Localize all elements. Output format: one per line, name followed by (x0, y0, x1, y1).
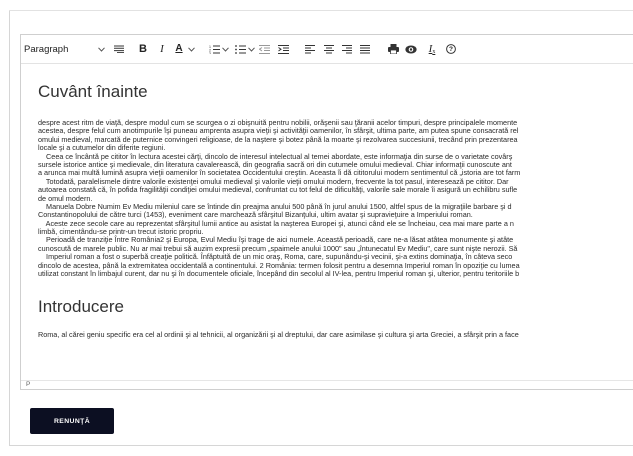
bold-glyph: B (139, 43, 147, 55)
format-select-label: Paragraph (24, 43, 69, 55)
align-center-icon[interactable] (322, 38, 336, 60)
editor-content[interactable]: Cuvânt înainte despre acest ritm de viaţ… (21, 64, 633, 382)
lines-icon[interactable] (112, 38, 126, 60)
numbered-list-chevron-icon[interactable] (221, 38, 229, 60)
outdent-icon[interactable] (257, 38, 271, 60)
text-color-icon[interactable]: A (172, 38, 186, 60)
editor-statusbar: P (21, 380, 633, 389)
help-glyph: ? (449, 45, 453, 53)
rich-text-editor[interactable]: Paragraph B I A 123 I x ? Cuvânt înainte… (20, 34, 633, 390)
bullet-list-chevron-icon[interactable] (247, 38, 255, 60)
heading-cuvant-inainte: Cuvânt înainte (38, 82, 148, 101)
cancel-button[interactable]: RENUNŢĂ (30, 408, 114, 434)
frame-border-left (9, 10, 10, 446)
bold-icon[interactable]: B (136, 38, 150, 60)
frame-border-top (9, 10, 633, 11)
italic-icon[interactable]: I (155, 38, 169, 60)
indent-icon[interactable] (276, 38, 290, 60)
align-right-icon[interactable] (340, 38, 354, 60)
chevron-down-icon (98, 46, 105, 52)
text-line: Roma, al cărei geniu specific era cel al… (38, 330, 519, 339)
italic-glyph: I (160, 43, 164, 55)
paragraph-block-2: Roma, al cărei geniu specific era cel al… (38, 330, 633, 339)
paragraph-block-1: despre acest ritm de viaţă, despre modul… (38, 118, 633, 279)
text-color-chevron-icon[interactable] (187, 38, 195, 60)
text-line: utilizat constant în limbajul curent, da… (38, 269, 520, 279)
preview-icon[interactable] (404, 38, 418, 60)
align-justify-icon[interactable] (358, 38, 372, 60)
text-color-glyph: A (175, 43, 183, 54)
clear-format-icon[interactable]: Ix (425, 38, 439, 60)
element-path: P (26, 381, 31, 388)
numbered-list-icon[interactable]: 123 (207, 38, 221, 60)
help-icon[interactable]: ? (444, 38, 458, 60)
heading-introducere: Introducere (38, 297, 124, 316)
editor-toolbar: Paragraph B I A 123 I x ? (21, 35, 633, 64)
svg-text:3: 3 (209, 52, 211, 54)
bullet-list-icon[interactable] (233, 38, 247, 60)
print-icon[interactable] (386, 38, 400, 60)
format-select[interactable]: Paragraph (24, 38, 112, 60)
frame-border-bottom (9, 445, 633, 446)
clear-x-glyph: x (432, 49, 436, 55)
dialog-frame: Paragraph B I A 123 I x ? Cuvânt înainte… (0, 0, 633, 456)
text-line: autoarea constată că, în pofida fragilit… (38, 185, 518, 195)
align-left-icon[interactable] (303, 38, 317, 60)
